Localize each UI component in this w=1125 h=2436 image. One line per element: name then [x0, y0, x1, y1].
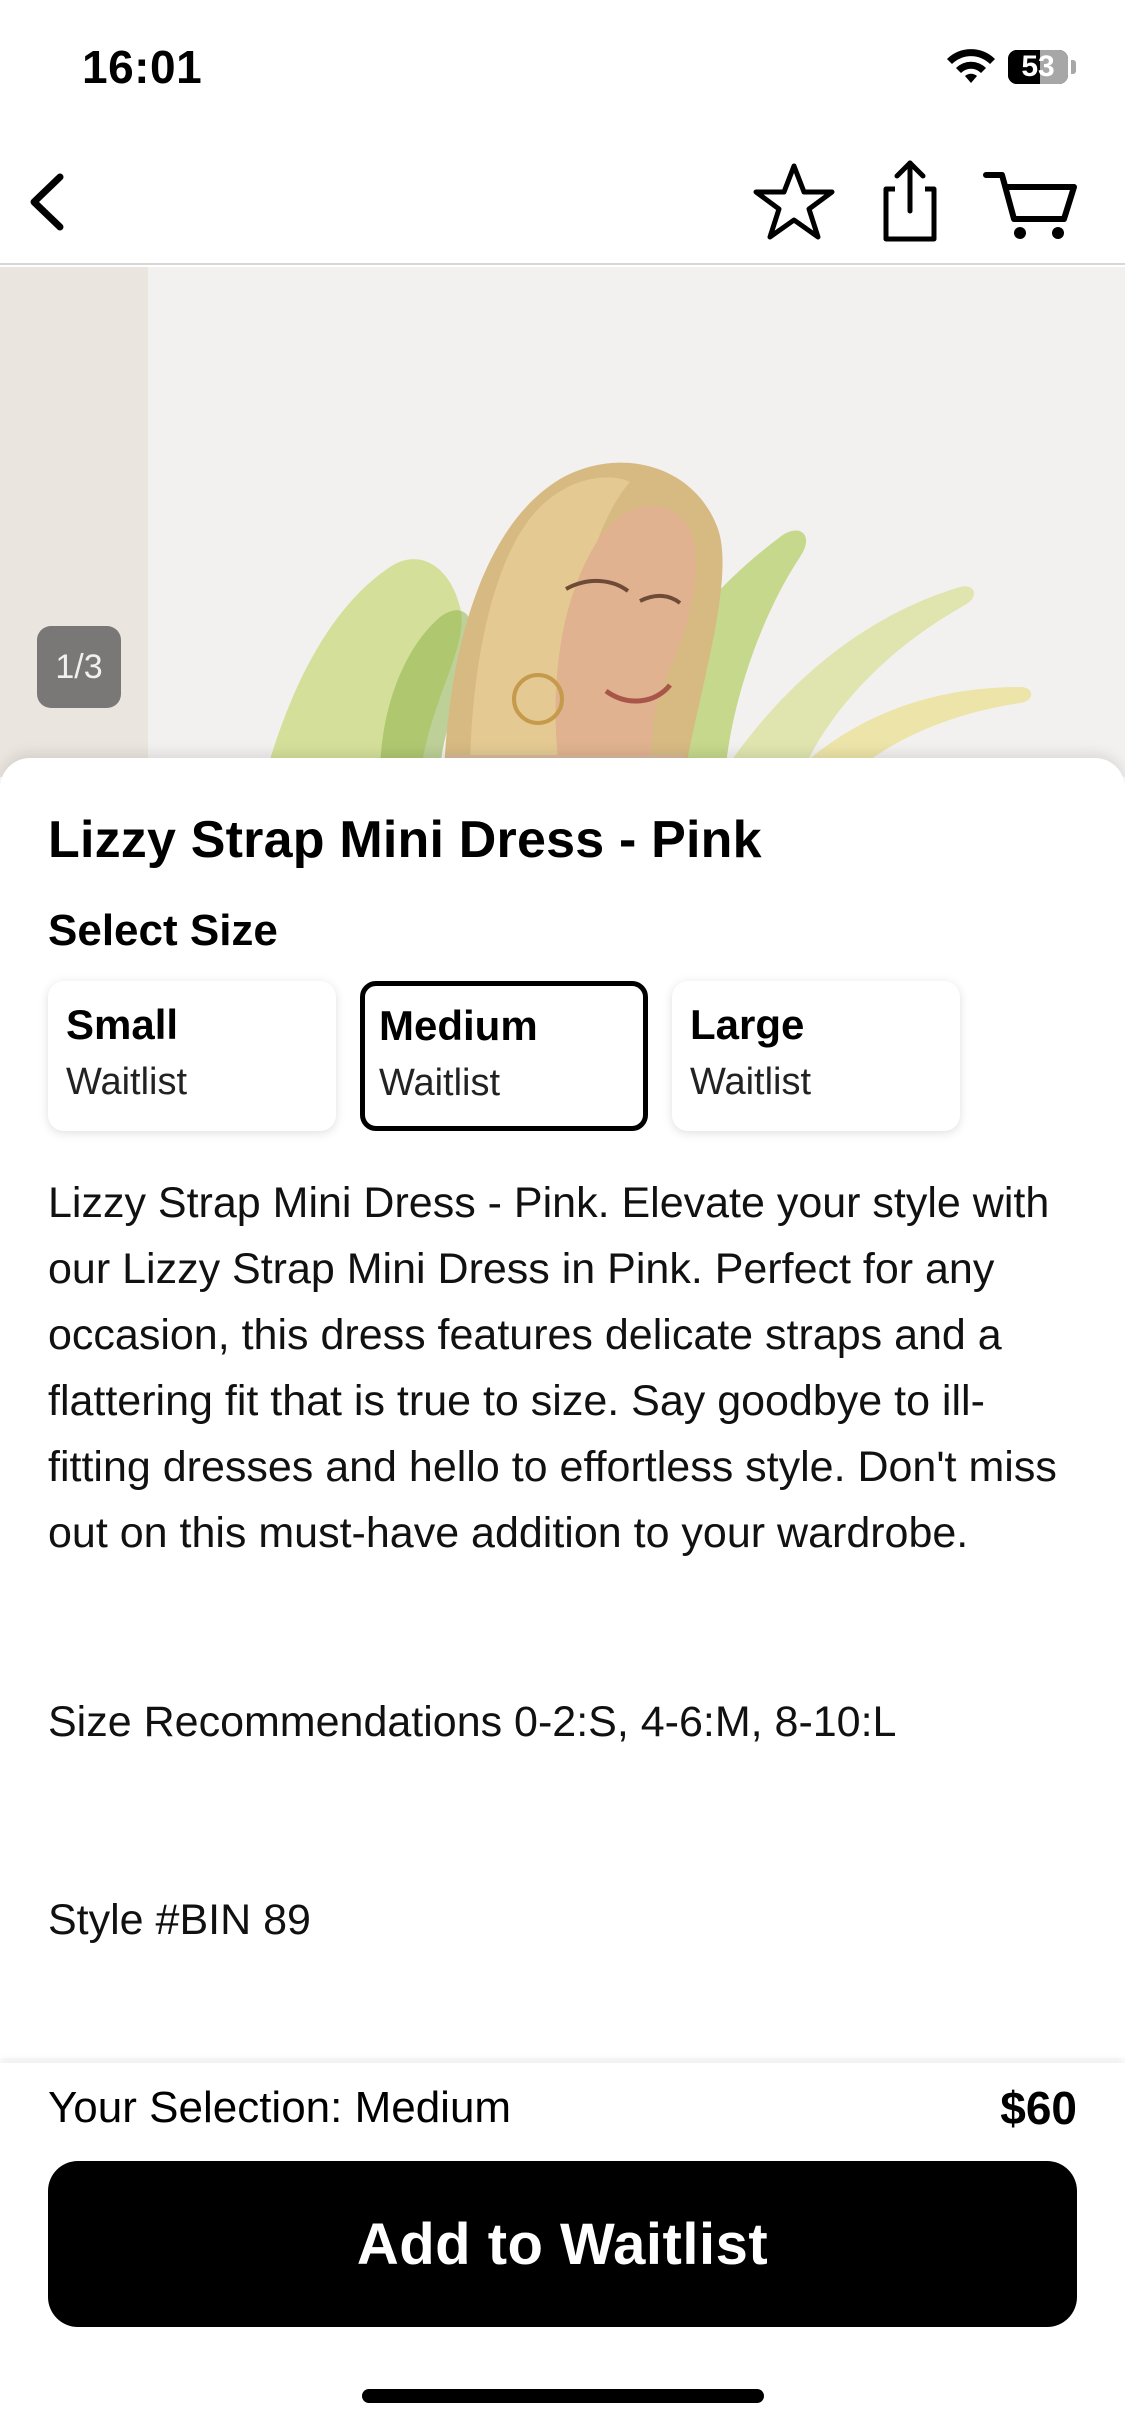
add-to-waitlist-button[interactable]: Add to Waitlist	[48, 2161, 1077, 2327]
selection-label: Your Selection: Medium	[48, 2083, 512, 2132]
select-size-label: Select Size	[48, 906, 278, 955]
product-image[interactable]	[0, 267, 1125, 777]
size-status: Waitlist	[690, 1061, 812, 1103]
share-icon	[883, 160, 937, 242]
share-button[interactable]	[868, 155, 952, 245]
product-details-sheet: Lizzy Strap Mini Dress - Pink Select Siz…	[0, 758, 1125, 2058]
size-option-large[interactable]: Large Waitlist	[672, 981, 960, 1131]
product-photo	[0, 267, 1125, 777]
wifi-icon	[947, 49, 995, 83]
product-title: Lizzy Strap Mini Dress - Pink	[48, 811, 762, 869]
home-indicator	[362, 2389, 764, 2403]
price: $60	[1000, 2082, 1077, 2134]
status-time: 16:01	[82, 41, 203, 93]
favorite-button[interactable]	[752, 160, 836, 244]
battery-percent: 53	[1021, 50, 1055, 83]
back-button[interactable]	[18, 167, 78, 237]
size-option-medium[interactable]: Medium Waitlist	[360, 981, 648, 1131]
size-name: Medium	[379, 1002, 538, 1049]
status-bar: 16:01 53	[0, 0, 1125, 135]
image-counter: 1/3	[37, 626, 121, 708]
size-option-small[interactable]: Small Waitlist	[48, 981, 336, 1131]
navigation-bar: 10	[0, 135, 1125, 329]
cart-icon	[983, 172, 1077, 239]
battery-icon: 53	[1008, 50, 1068, 84]
size-status: Waitlist	[66, 1061, 188, 1103]
product-description: Lizzy Strap Mini Dress - Pink. Elevate y…	[48, 1179, 1057, 1557]
style-number: Style #BIN 89	[48, 1896, 311, 1944]
cart-button[interactable]	[982, 155, 1082, 245]
size-name: Large	[690, 1001, 805, 1048]
product-detail-screen: 16:01 53 1/3 Lizzy Strap Mini Dress - Pi…	[0, 0, 1125, 2436]
size-status: Waitlist	[379, 1062, 501, 1104]
battery-tip	[1071, 60, 1076, 74]
star-outline-icon	[753, 163, 835, 240]
chevron-left-icon	[30, 173, 64, 231]
size-recommendations: Size Recommendations 0-2:S, 4-6:M, 8-10:…	[48, 1698, 897, 1746]
bottom-action-bar: Your Selection: Medium $60 Add to Waitli…	[0, 2063, 1125, 2436]
size-name: Small	[66, 1001, 179, 1048]
